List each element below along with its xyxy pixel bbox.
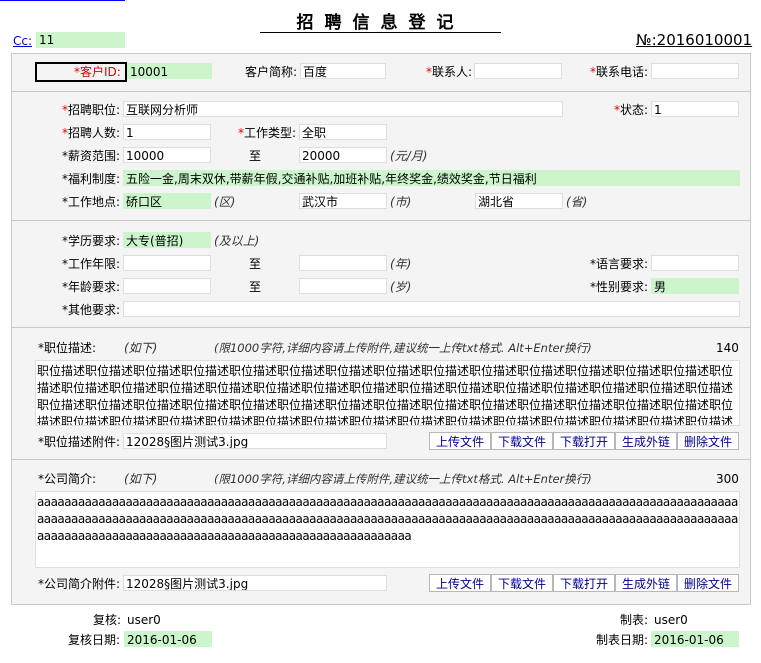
location-label: *工作地点: bbox=[62, 195, 121, 209]
reviewer-label: 复核: bbox=[93, 613, 122, 627]
status-label: *状态: bbox=[614, 103, 649, 117]
jobdesc-hint-below: (如下) bbox=[124, 341, 158, 355]
jobdesc-attach-field[interactable]: 12028§图片测试3.jpg bbox=[123, 433, 387, 449]
other-label: *其他要求: bbox=[62, 303, 121, 317]
jobdesc-upload-button[interactable]: 上传文件 bbox=[429, 432, 491, 450]
count-label: *招聘人数: bbox=[62, 126, 121, 140]
cc-field[interactable]: 11 bbox=[36, 32, 125, 48]
welfare-field[interactable]: 五险一金,周末双休,带薪年假,交通补贴,加班补贴,年终奖金,绩效奖金,节日福利 bbox=[123, 170, 740, 186]
company-download-button[interactable]: 下载文件 bbox=[491, 574, 553, 592]
jobdesc-hint: (限1000字符,详细内容请上传附件,建议统一上传txt格式. Alt+Ente… bbox=[214, 341, 592, 355]
position-label: *招聘职位: bbox=[62, 103, 121, 117]
phone-label: *联系电话: bbox=[590, 65, 649, 79]
age-min-field[interactable] bbox=[123, 278, 211, 294]
years-unit: (年) bbox=[390, 257, 412, 271]
salary-label: *薪资范围: bbox=[62, 149, 121, 163]
company-char-count: 300 bbox=[716, 472, 739, 486]
page-title: 招聘信息登记 bbox=[296, 13, 465, 33]
position-field[interactable]: 互联网分析师 bbox=[123, 101, 563, 117]
review-date-field[interactable]: 2016-01-06 bbox=[124, 631, 212, 647]
phone-field[interactable] bbox=[651, 63, 739, 79]
section-divider bbox=[11, 91, 750, 92]
customer-name-field[interactable]: 百度 bbox=[300, 63, 386, 79]
age-unit: (岁) bbox=[390, 280, 412, 294]
jobdesc-open-button[interactable]: 下载打开 bbox=[553, 432, 615, 450]
company-hint-below: (如下) bbox=[124, 472, 158, 486]
salary-to-label: 至 bbox=[249, 149, 262, 163]
make-date-field[interactable]: 2016-01-06 bbox=[651, 631, 739, 647]
jobdesc-delete-button[interactable]: 删除文件 bbox=[677, 432, 739, 450]
company-textarea[interactable]: aaaaaaaaaaaaaaaaaaaaaaaaaaaaaaaaaaaaaaaa… bbox=[35, 491, 740, 568]
company-attach-field[interactable]: 12028§图片测试3.jpg bbox=[123, 575, 387, 591]
jobdesc-link-button[interactable]: 生成外链 bbox=[615, 432, 677, 450]
other-field[interactable] bbox=[123, 301, 740, 317]
contact-label: *联系人: bbox=[426, 65, 473, 79]
worktype-label: *工作类型: bbox=[238, 126, 297, 140]
age-max-field[interactable] bbox=[299, 278, 387, 294]
company-delete-button[interactable]: 删除文件 bbox=[677, 574, 739, 592]
section-divider bbox=[11, 220, 750, 221]
jobdesc-char-count: 140 bbox=[716, 341, 739, 355]
company-label: *公司简介: bbox=[38, 472, 97, 486]
salary-unit: (元/月) bbox=[390, 149, 428, 163]
customer-id-field[interactable]: 10001 bbox=[127, 63, 212, 79]
reviewer-value: user0 bbox=[127, 613, 161, 627]
jobdesc-textarea[interactable]: 职位描述职位描述职位描述职位描述职位描述职位描述职位描述职位描述职位描述职位描述… bbox=[35, 360, 740, 426]
years-max-field[interactable] bbox=[299, 255, 387, 271]
section-divider bbox=[11, 327, 750, 328]
count-field[interactable]: 1 bbox=[123, 124, 211, 140]
years-min-field[interactable] bbox=[123, 255, 211, 271]
district-field[interactable]: 硚口区 bbox=[123, 193, 211, 209]
gender-label: *性别要求: bbox=[590, 280, 649, 294]
jobdesc-download-button[interactable]: 下载文件 bbox=[491, 432, 553, 450]
language-field[interactable] bbox=[651, 255, 739, 271]
salary-min-field[interactable]: 10000 bbox=[123, 147, 211, 163]
cc-link[interactable]: Cc: bbox=[13, 34, 32, 48]
city-field[interactable]: 武汉市 bbox=[299, 193, 387, 209]
age-to-label: 至 bbox=[249, 280, 262, 294]
jobdesc-label: *职位描述: bbox=[38, 341, 97, 355]
salary-max-field[interactable]: 20000 bbox=[299, 147, 387, 163]
title-underline bbox=[260, 32, 501, 33]
company-open-button[interactable]: 下载打开 bbox=[553, 574, 615, 592]
language-label: *语言要求: bbox=[590, 257, 649, 271]
city-unit: (市) bbox=[390, 195, 412, 209]
company-hint: (限1000字符,详细内容请上传附件,建议统一上传txt格式. Alt+Ente… bbox=[214, 472, 592, 486]
age-label: *年龄要求: bbox=[62, 280, 121, 294]
gender-field[interactable]: 男 bbox=[651, 278, 739, 294]
education-label: *学历要求: bbox=[62, 234, 121, 248]
section-divider bbox=[11, 459, 750, 460]
top-link-underline bbox=[0, 0, 125, 1]
worktype-field[interactable]: 全职 bbox=[299, 124, 387, 140]
welfare-label: *福利制度: bbox=[62, 172, 121, 186]
province-field[interactable]: 湖北省 bbox=[475, 193, 563, 209]
review-date-label: 复核日期: bbox=[68, 633, 121, 647]
jobdesc-attach-label: *职位描述附件: bbox=[38, 435, 121, 449]
district-unit: (区) bbox=[214, 195, 236, 209]
maker-value: user0 bbox=[654, 613, 688, 627]
education-field[interactable]: 大专(普招) bbox=[123, 232, 211, 248]
contact-field[interactable] bbox=[474, 63, 562, 79]
make-date-label: 制表日期: bbox=[596, 633, 649, 647]
customer-name-label: 客户简称: bbox=[245, 65, 298, 79]
status-field[interactable]: 1 bbox=[651, 101, 739, 117]
document-number: №:2016010001 bbox=[636, 31, 753, 49]
years-to-label: 至 bbox=[249, 257, 262, 271]
company-link-button[interactable]: 生成外链 bbox=[615, 574, 677, 592]
company-attach-label: *公司简介附件: bbox=[38, 577, 121, 591]
province-unit: (省) bbox=[566, 195, 588, 209]
maker-label: 制表: bbox=[620, 613, 649, 627]
education-hint: (及以上) bbox=[214, 234, 260, 248]
years-label: *工作年限: bbox=[62, 257, 121, 271]
customer-id-label: *客户ID: bbox=[74, 65, 121, 79]
company-upload-button[interactable]: 上传文件 bbox=[429, 574, 491, 592]
